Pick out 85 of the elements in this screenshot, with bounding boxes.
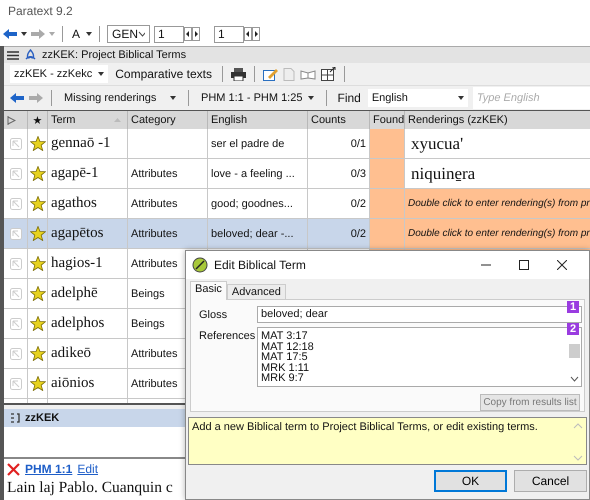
menu-icon[interactable] bbox=[7, 50, 19, 60]
star-icon bbox=[30, 316, 46, 331]
ok-button[interactable]: OK bbox=[434, 470, 507, 492]
project-dropdown[interactable]: zzKEK - zzKekc bbox=[10, 65, 108, 83]
scroll-down-icon[interactable] bbox=[570, 376, 579, 382]
table-cell: adelphos bbox=[48, 309, 128, 338]
caret-icon[interactable] bbox=[98, 72, 104, 76]
search-field[interactable]: Type English bbox=[472, 87, 590, 109]
filter-dropdown[interactable]: Missing renderings bbox=[60, 89, 180, 107]
table-cell: love - a feeling ... bbox=[208, 159, 308, 188]
number-badge: 1 bbox=[567, 301, 579, 313]
table-cell: gennaō -1 bbox=[48, 129, 128, 158]
style-button[interactable]: A bbox=[70, 27, 82, 41]
number-badge: 2 bbox=[567, 323, 579, 335]
tab[interactable]: Basic bbox=[190, 281, 227, 300]
rendering-cell[interactable]: Double click to enter rendering(s) from pr bbox=[405, 189, 590, 218]
flag-icon bbox=[7, 116, 16, 124]
panel-grip-icon[interactable] bbox=[10, 413, 20, 423]
close-icon[interactable] bbox=[557, 260, 567, 270]
table-cell: aiōnios bbox=[48, 369, 128, 398]
reference-item[interactable]: MAT 12:18 bbox=[261, 342, 568, 352]
table-cell: agapē-1 bbox=[48, 159, 128, 188]
book-icon[interactable] bbox=[300, 68, 316, 80]
caret-icon[interactable] bbox=[21, 32, 27, 36]
book-dropdown[interactable]: GEN bbox=[107, 25, 150, 43]
tab[interactable]: Advanced bbox=[226, 284, 286, 299]
window-title: Paratext 9.2 bbox=[8, 4, 73, 18]
spin-arrows-icon[interactable] bbox=[244, 27, 260, 41]
scripture-text: Lain laj Pablo. Cuanquin c bbox=[7, 479, 173, 497]
star-icon bbox=[30, 136, 46, 151]
column-header-label: Term bbox=[51, 114, 76, 126]
panel-title: zzKEK bbox=[25, 412, 60, 424]
comparative-texts-button[interactable]: Comparative texts bbox=[113, 67, 214, 81]
table-cell: beloved; dear -... bbox=[208, 219, 308, 248]
star-icon bbox=[30, 286, 46, 301]
table-cell: agapētos bbox=[48, 219, 128, 248]
star-icon bbox=[30, 166, 46, 181]
reference-item[interactable]: MAT 17:5 bbox=[261, 352, 568, 363]
table-cell: ser el padre de bbox=[208, 129, 308, 158]
chevron-icon[interactable] bbox=[138, 31, 146, 37]
spin-arrows-icon[interactable] bbox=[184, 27, 200, 41]
reference-item[interactable]: MRK 1:11 bbox=[261, 362, 568, 374]
table-cell: agathos bbox=[48, 189, 128, 218]
edit-icon[interactable] bbox=[262, 68, 278, 80]
edit-link[interactable]: Edit bbox=[77, 462, 98, 476]
back-arrow-icon[interactable] bbox=[3, 29, 17, 39]
find-label: Find bbox=[336, 91, 362, 105]
star-icon bbox=[30, 256, 46, 271]
rendering-cell[interactable]: Double click to enter rendering(s) from pr bbox=[405, 219, 590, 248]
table-cell: Attributes bbox=[128, 219, 208, 248]
back-arrow-icon[interactable] bbox=[10, 93, 24, 103]
caret-icon[interactable] bbox=[308, 96, 314, 100]
table-cell: Attributes bbox=[128, 189, 208, 218]
chapter-field[interactable]: 1 bbox=[154, 26, 184, 42]
leaf-icon bbox=[192, 257, 208, 273]
caret-icon[interactable] bbox=[458, 96, 464, 100]
caret-icon[interactable] bbox=[170, 96, 176, 100]
panel-title: zzKEK: Project Biblical Terms bbox=[42, 49, 186, 61]
table-cell: Attributes bbox=[128, 159, 208, 188]
table-cell: adelphē bbox=[48, 279, 128, 308]
table-cell: hagios-1 bbox=[48, 249, 128, 278]
dialog-title: Edit Biblical Term bbox=[214, 258, 307, 272]
help-text: Add a new Biblical term to Project Biblical Terms, or edit existing terms. bbox=[192, 421, 538, 433]
reference-link[interactable]: PHM 1:1 bbox=[25, 462, 72, 476]
star-icon bbox=[30, 346, 46, 361]
range-dropdown[interactable]: PHM 1:1 - PHM 1:25 bbox=[197, 89, 318, 107]
maximize-icon[interactable] bbox=[519, 260, 529, 270]
star-icon bbox=[30, 376, 46, 391]
reference-item[interactable]: MAT 3:17 bbox=[261, 331, 568, 342]
star-icon bbox=[30, 226, 46, 241]
star-icon bbox=[30, 196, 46, 211]
print-icon[interactable] bbox=[230, 68, 246, 80]
table-cell: good; goodnes... bbox=[208, 189, 308, 218]
cancel-button[interactable]: Cancel bbox=[514, 470, 587, 492]
verse-field[interactable]: 1 bbox=[214, 26, 244, 42]
reference-item[interactable]: MRK 9:7 bbox=[261, 373, 568, 384]
rendering-cell[interactable]: xyucua' bbox=[405, 129, 590, 158]
rendering-cell[interactable]: niquine̱ra bbox=[405, 159, 590, 188]
trinity-knot-icon bbox=[24, 49, 37, 61]
layout-icon[interactable] bbox=[320, 67, 336, 81]
scrollbar bbox=[573, 422, 583, 462]
scrollbar-thumb[interactable] bbox=[569, 344, 580, 358]
caret-icon[interactable] bbox=[86, 32, 92, 36]
table-cell: adikeō bbox=[48, 339, 128, 368]
language-dropdown[interactable]: English bbox=[368, 89, 468, 107]
